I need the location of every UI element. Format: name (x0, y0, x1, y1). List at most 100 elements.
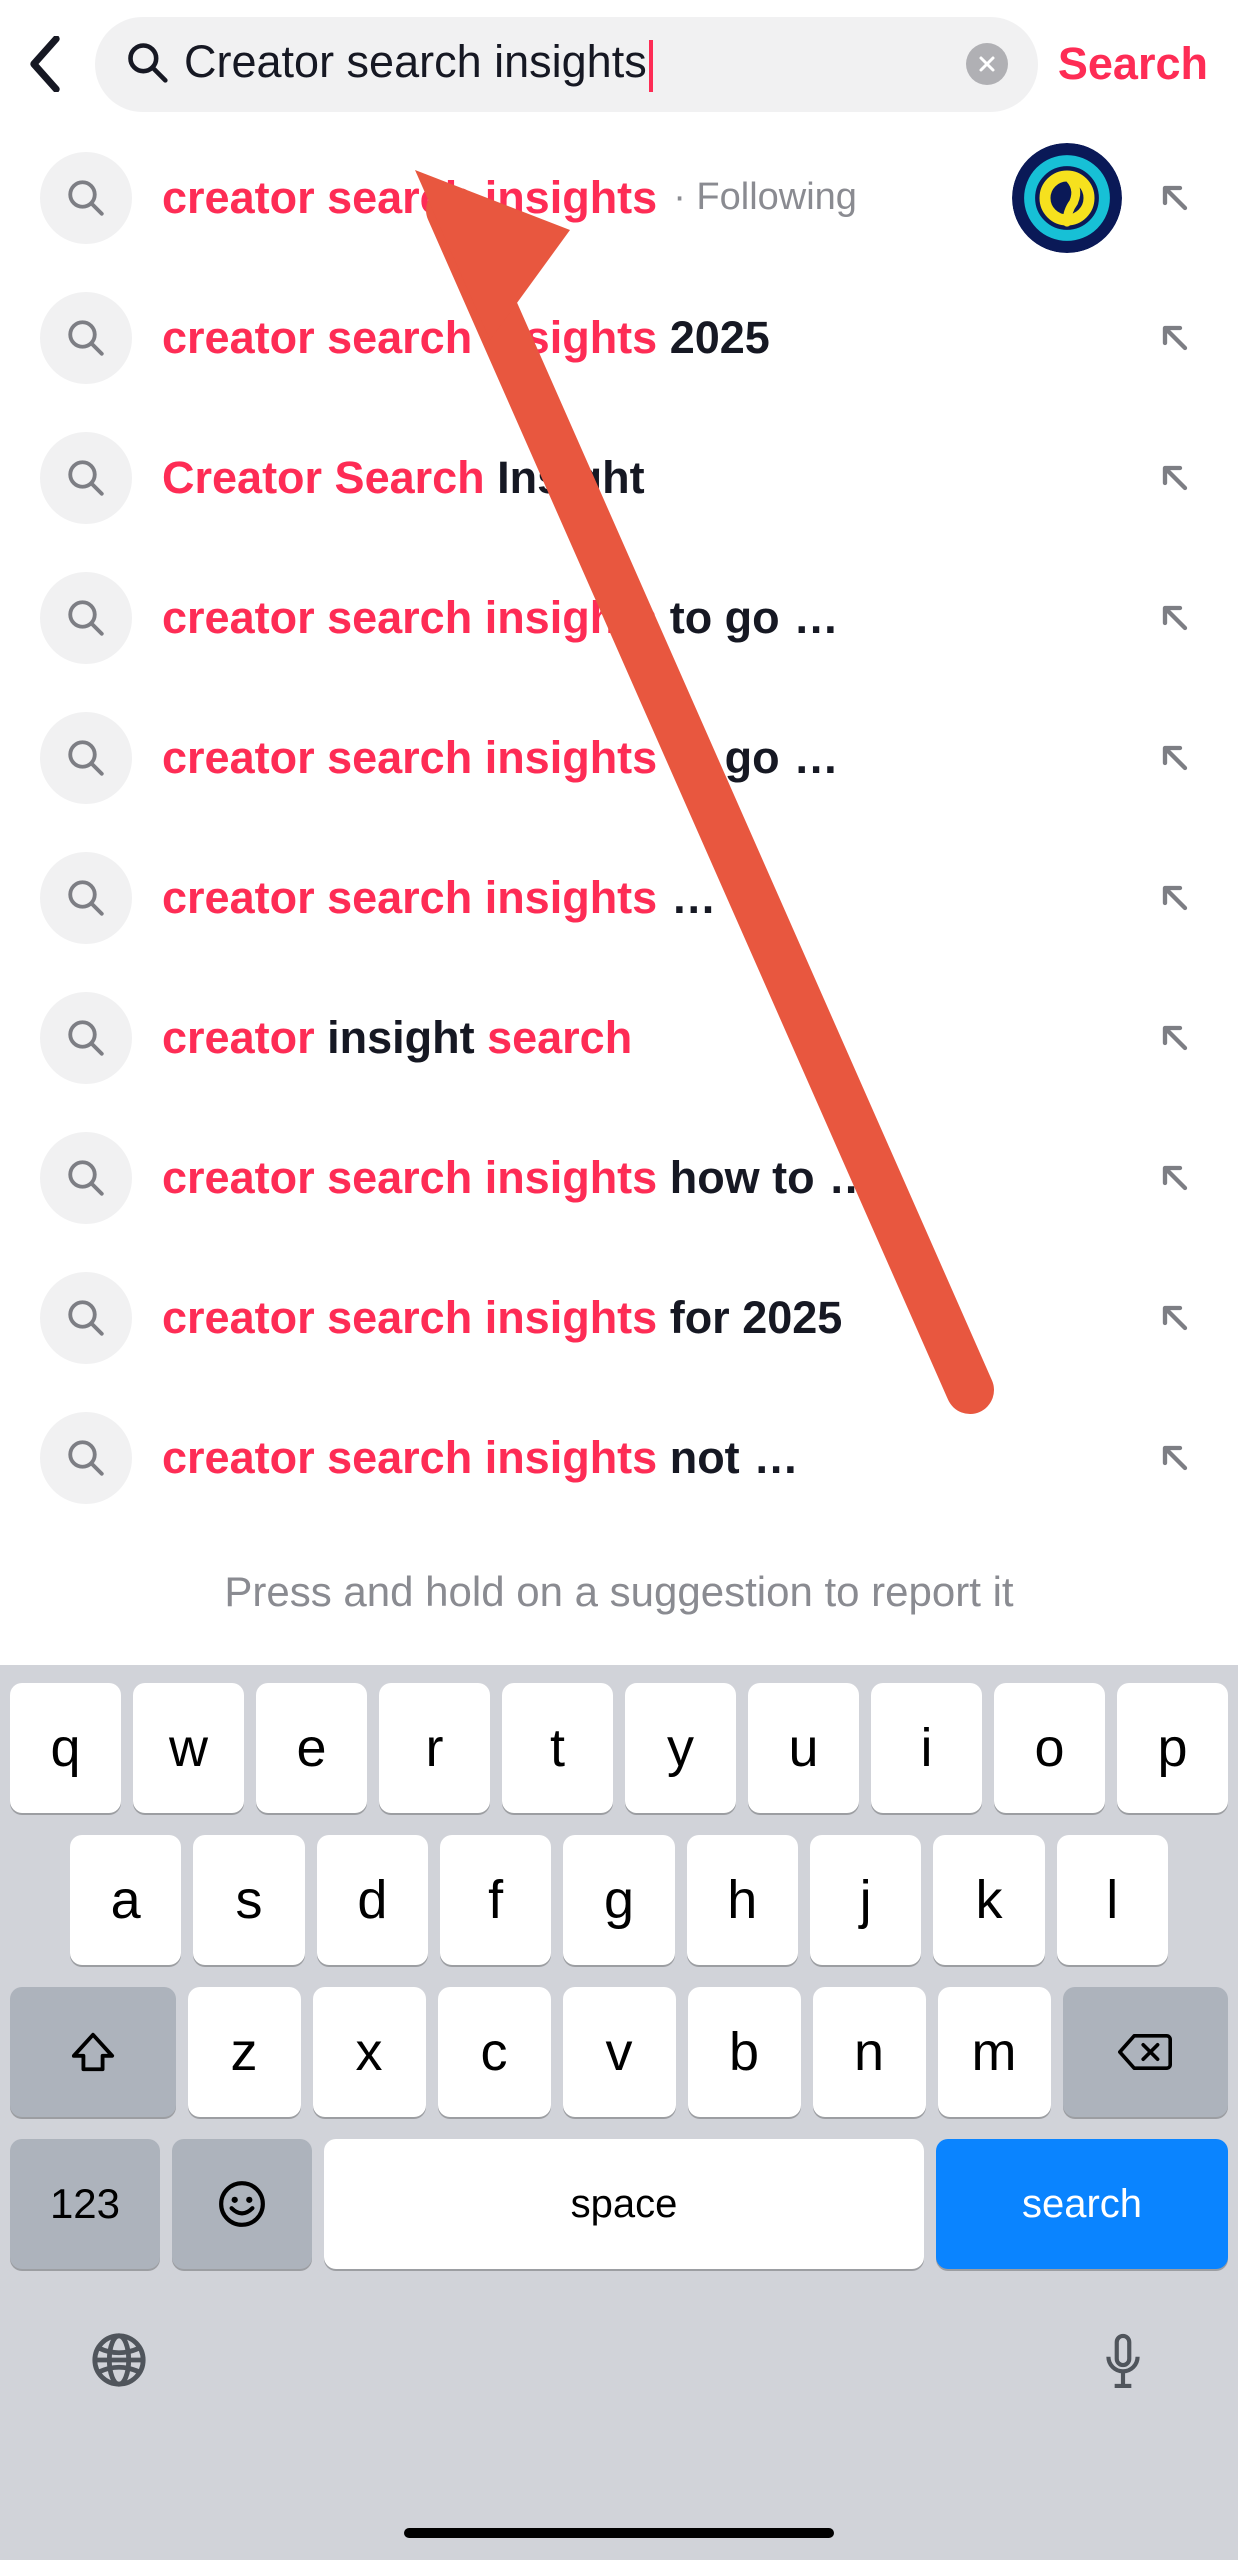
arrow-upleft-icon (1155, 878, 1195, 918)
suggestion-row[interactable]: creator search insights how to… (0, 1108, 1238, 1248)
key-m[interactable]: m (938, 1987, 1051, 2117)
key-i[interactable]: i (871, 1683, 982, 1813)
suggestion-text: creator search insights· Following (162, 171, 982, 225)
emoji-icon (217, 2179, 267, 2229)
search-header: Creator search insights Search (0, 0, 1238, 128)
search-icon (40, 712, 132, 804)
key-a[interactable]: a (70, 1835, 181, 1965)
search-icon (40, 432, 132, 524)
profile-avatar[interactable] (1012, 143, 1122, 253)
chevron-left-icon (28, 36, 62, 92)
fill-suggestion-button[interactable] (1152, 315, 1198, 361)
close-icon (977, 54, 997, 74)
following-badge: · Following (673, 175, 857, 221)
arrow-upleft-icon (1155, 1018, 1195, 1058)
suggestion-text: creator search insights how to… (162, 1151, 1122, 1205)
suggestion-row[interactable]: creator search insights to go … (0, 548, 1238, 688)
arrow-upleft-icon (1155, 598, 1195, 638)
search-submit-link[interactable]: Search (1058, 38, 1218, 90)
suggestion-text: creator search insights to go … (162, 591, 1122, 645)
key-y[interactable]: y (625, 1683, 736, 1813)
suggestion-text: creator search insights to go … (162, 731, 1122, 785)
backspace-key[interactable] (1063, 1987, 1229, 2117)
shift-key[interactable] (10, 1987, 176, 2117)
fill-suggestion-button[interactable] (1152, 1295, 1198, 1341)
key-x[interactable]: x (313, 1987, 426, 2117)
key-d[interactable]: d (317, 1835, 428, 1965)
dictation-key[interactable] (1098, 2331, 1148, 2400)
keyboard-search-key[interactable]: search (936, 2139, 1228, 2269)
back-button[interactable] (15, 34, 75, 94)
suggestion-text: creator search insights for 2025 (162, 1291, 1122, 1345)
suggestion-row[interactable]: creator search insights not … (0, 1388, 1238, 1528)
key-c[interactable]: c (438, 1987, 551, 2117)
key-z[interactable]: z (188, 1987, 301, 2117)
search-icon (40, 572, 132, 664)
key-q[interactable]: q (10, 1683, 121, 1813)
fill-suggestion-button[interactable] (1152, 595, 1198, 641)
key-l[interactable]: l (1057, 1835, 1168, 1965)
search-icon (125, 40, 169, 89)
numbers-key[interactable]: 123 (10, 2139, 160, 2269)
arrow-upleft-icon (1155, 1298, 1195, 1338)
key-r[interactable]: r (379, 1683, 490, 1813)
fill-suggestion-button[interactable] (1152, 875, 1198, 921)
key-p[interactable]: p (1117, 1683, 1228, 1813)
search-icon (40, 1132, 132, 1224)
key-o[interactable]: o (994, 1683, 1105, 1813)
suggestion-text: creator search insights … (162, 871, 1122, 925)
key-s[interactable]: s (193, 1835, 304, 1965)
suggestion-row[interactable]: creator search insights … (0, 828, 1238, 968)
suggestion-row[interactable]: creator search insights· Following (0, 128, 1238, 268)
globe-icon (90, 2331, 148, 2389)
suggestion-row[interactable]: creator insight search (0, 968, 1238, 1108)
emoji-key[interactable] (172, 2139, 312, 2269)
shift-icon (70, 2029, 116, 2075)
key-b[interactable]: b (688, 1987, 801, 2117)
suggestion-row[interactable]: Creator Search Insight (0, 408, 1238, 548)
key-e[interactable]: e (256, 1683, 367, 1813)
search-icon (40, 292, 132, 384)
search-box[interactable]: Creator search insights (95, 17, 1038, 112)
key-h[interactable]: h (687, 1835, 798, 1965)
key-v[interactable]: v (563, 1987, 676, 2117)
fill-suggestion-button[interactable] (1152, 1435, 1198, 1481)
search-icon (40, 1412, 132, 1504)
arrow-upleft-icon (1155, 458, 1195, 498)
fill-suggestion-button[interactable] (1152, 1155, 1198, 1201)
fill-suggestion-button[interactable] (1152, 175, 1198, 221)
arrow-upleft-icon (1155, 318, 1195, 358)
suggestion-row[interactable]: creator search insights to go … (0, 688, 1238, 828)
backspace-icon (1118, 2032, 1172, 2072)
fill-suggestion-button[interactable] (1152, 455, 1198, 501)
mic-icon (1098, 2331, 1148, 2395)
suggestion-row[interactable]: creator search insights for 2025 (0, 1248, 1238, 1388)
clear-search-button[interactable] (966, 43, 1008, 85)
fill-suggestion-button[interactable] (1152, 735, 1198, 781)
suggestion-text: Creator Search Insight (162, 451, 1122, 505)
key-t[interactable]: t (502, 1683, 613, 1813)
globe-key[interactable] (90, 2331, 148, 2400)
arrow-upleft-icon (1155, 738, 1195, 778)
suggestion-row[interactable]: creator search insights 2025 (0, 268, 1238, 408)
search-icon (40, 1272, 132, 1364)
home-indicator[interactable] (404, 2528, 834, 2538)
key-j[interactable]: j (810, 1835, 921, 1965)
keyboard: qwertyuiop asdfghjkl zxcvbnm 123 space s… (0, 1665, 1238, 2560)
text-caret (649, 40, 653, 92)
key-w[interactable]: w (133, 1683, 244, 1813)
search-icon (40, 852, 132, 944)
key-g[interactable]: g (563, 1835, 674, 1965)
suggestion-list: creator search insights· Following creato… (0, 128, 1238, 1528)
key-n[interactable]: n (813, 1987, 926, 2117)
report-hint: Press and hold on a suggestion to report… (0, 1568, 1238, 1616)
key-f[interactable]: f (440, 1835, 551, 1965)
arrow-upleft-icon (1155, 1158, 1195, 1198)
key-u[interactable]: u (748, 1683, 859, 1813)
key-k[interactable]: k (933, 1835, 1044, 1965)
arrow-upleft-icon (1155, 178, 1195, 218)
search-icon (40, 152, 132, 244)
fill-suggestion-button[interactable] (1152, 1015, 1198, 1061)
search-input[interactable]: Creator search insights (184, 36, 966, 91)
space-key[interactable]: space (324, 2139, 924, 2269)
